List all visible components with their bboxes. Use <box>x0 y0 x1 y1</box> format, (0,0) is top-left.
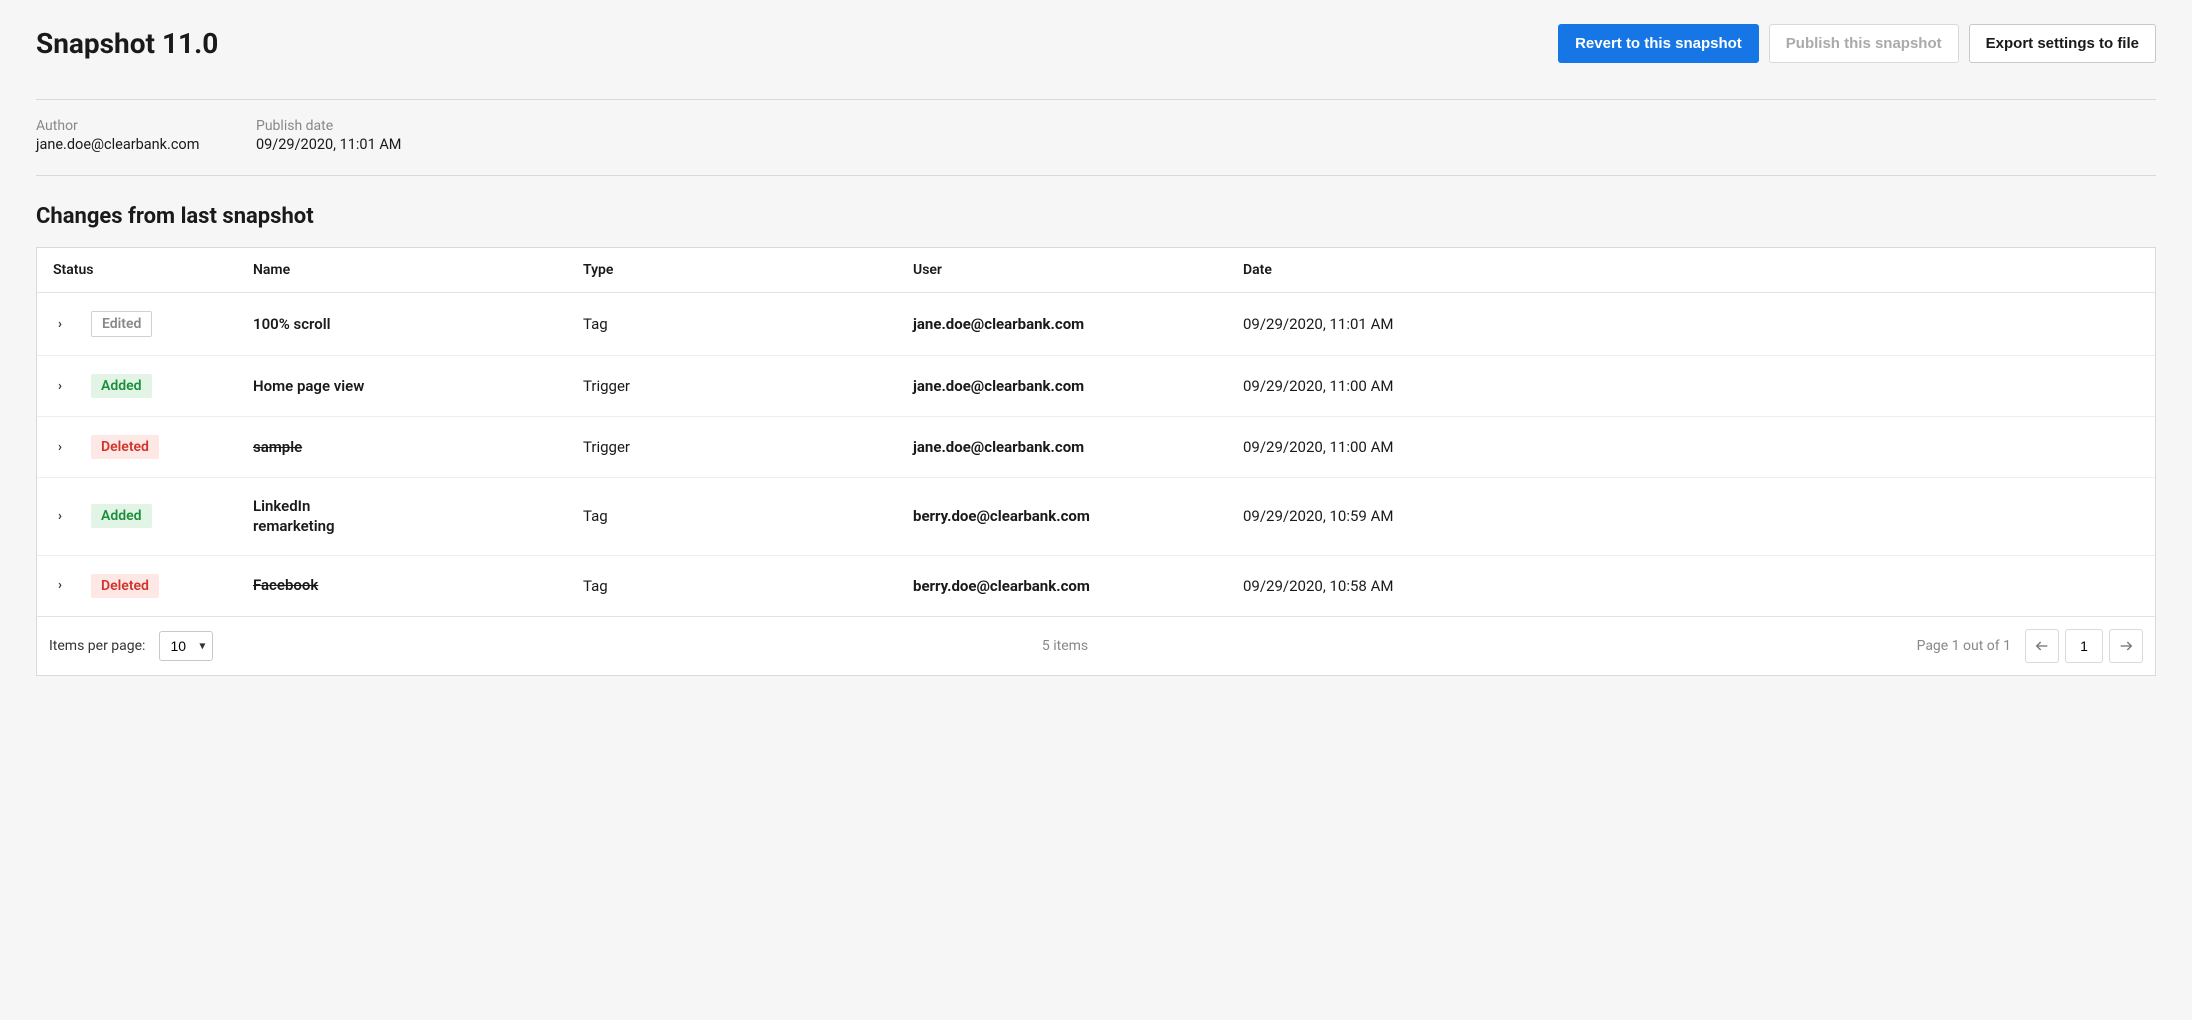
expand-row-chevron-icon[interactable]: › <box>53 578 67 593</box>
row-name: LinkedIn remarketing <box>253 496 393 537</box>
page-info: Page 1 out of 1 <box>1917 638 2011 654</box>
header-status: Status <box>37 248 237 293</box>
expand-row-chevron-icon[interactable]: › <box>53 379 67 394</box>
header-type: Type <box>567 248 897 293</box>
total-items: 5 items <box>1042 638 1088 654</box>
row-type: Trigger <box>567 356 897 417</box>
publish-button: Publish this snapshot <box>1769 24 1959 63</box>
publish-date-label: Publish date <box>256 118 401 134</box>
next-page-button[interactable] <box>2109 629 2143 663</box>
items-per-page-select[interactable]: 10 <box>159 631 213 661</box>
status-badge: Deleted <box>91 435 159 459</box>
table-row: › Added Home page view Triggerjane.doe@clea… <box>37 356 2155 417</box>
export-button[interactable]: Export settings to file <box>1969 24 2156 63</box>
status-badge: Added <box>91 374 152 398</box>
table-row: › Deleted Facebook Tagberry.doe@clearbank.c… <box>37 555 2155 616</box>
row-name: Home page view <box>253 376 393 396</box>
header-name: Name <box>237 248 567 293</box>
header-date: Date <box>1227 248 2155 293</box>
arrow-right-icon <box>2118 638 2134 654</box>
expand-row-chevron-icon[interactable]: › <box>53 440 67 455</box>
row-date: 09/29/2020, 11:00 AM <box>1227 356 2155 417</box>
row-type: Trigger <box>567 417 897 478</box>
row-name: 100% scroll <box>253 314 393 334</box>
row-date: 09/29/2020, 10:58 AM <box>1227 555 2155 616</box>
row-user: jane.doe@clearbank.com <box>897 356 1227 417</box>
revert-button[interactable]: Revert to this snapshot <box>1558 24 1759 63</box>
row-type: Tag <box>567 555 897 616</box>
items-per-page-label: Items per page: <box>49 638 145 654</box>
row-name: sample <box>253 437 393 457</box>
table-footer: Items per page: 10 5 items Page 1 out of… <box>37 616 2155 675</box>
table-row: › Edited 100% scroll Tagjane.doe@clearbank.… <box>37 293 2155 356</box>
header-actions: Revert to this snapshot Publish this sna… <box>1558 24 2156 63</box>
publish-date-value: 09/29/2020, 11:01 AM <box>256 136 401 153</box>
row-type: Tag <box>567 478 897 556</box>
table-row: › Added LinkedIn remarketing Tagberry.doe@c… <box>37 478 2155 556</box>
row-date: 09/29/2020, 11:00 AM <box>1227 417 2155 478</box>
row-user: jane.doe@clearbank.com <box>897 417 1227 478</box>
author-label: Author <box>36 118 196 134</box>
changes-table: Status Name Type User Date › Edited 100% s… <box>36 247 2156 676</box>
author-value: jane.doe@clearbank.com <box>36 136 196 153</box>
header-user: User <box>897 248 1227 293</box>
table-row: › Deleted sample Triggerjane.doe@clearbank.… <box>37 417 2155 478</box>
status-badge: Added <box>91 504 152 528</box>
row-name: Facebook <box>253 575 393 595</box>
row-user: jane.doe@clearbank.com <box>897 293 1227 356</box>
row-type: Tag <box>567 293 897 356</box>
section-title: Changes from last snapshot <box>36 204 2156 229</box>
arrow-left-icon <box>2034 638 2050 654</box>
meta-block: Author jane.doe@clearbank.com Publish da… <box>36 99 2156 176</box>
expand-row-chevron-icon[interactable]: › <box>53 317 67 332</box>
prev-page-button[interactable] <box>2025 629 2059 663</box>
status-badge: Edited <box>91 311 152 337</box>
status-badge: Deleted <box>91 574 159 598</box>
expand-row-chevron-icon[interactable]: › <box>53 509 67 524</box>
row-date: 09/29/2020, 11:01 AM <box>1227 293 2155 356</box>
page-title: Snapshot 11.0 <box>36 27 218 60</box>
row-user: berry.doe@clearbank.com <box>897 555 1227 616</box>
page-input[interactable] <box>2065 629 2103 663</box>
row-user: berry.doe@clearbank.com <box>897 478 1227 556</box>
row-date: 09/29/2020, 10:59 AM <box>1227 478 2155 556</box>
